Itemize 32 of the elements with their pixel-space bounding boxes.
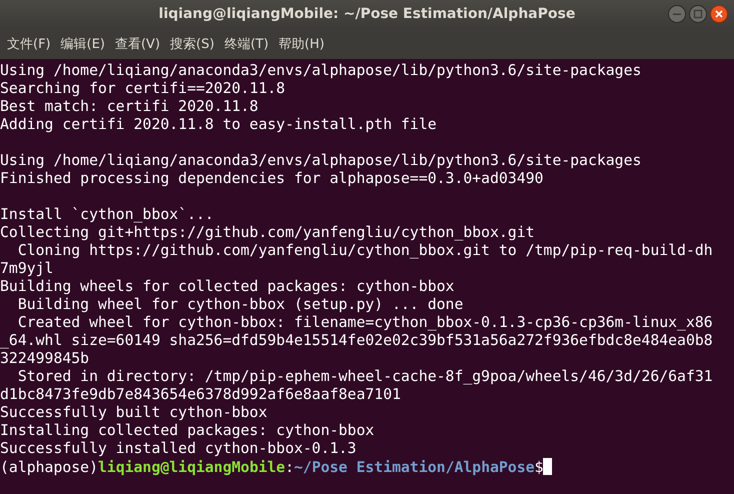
terminal-line: Created wheel for cython-bbox: filename=cython_bbox-0.1.3-cp36-cp36m-linux_x86	[16, 314, 714, 332]
prompt-env: (alphapose)	[0, 459, 98, 476]
terminal-line: Installing collected packages: cython-bbox	[0, 422, 376, 440]
terminal-line: Finished processing dependencies for alphapose==0.3.0+ad03490	[0, 170, 544, 188]
terminal-line: Successfully installed cython-bbox-0.1.3	[0, 440, 358, 458]
terminal-line: Using /home/liqiang/anaconda3/envs/alphapose/lib/python3.6/site-packages	[0, 152, 642, 170]
window-title: liqiang@liqiangMobile: ~/Pose Estimation/AlphaPose	[158, 6, 576, 22]
terminal-line: Using /home/liqiang/anaconda3/envs/alphapose/lib/python3.6/site-packages	[0, 62, 642, 80]
menu-item[interactable]: 查看(V)	[110, 34, 166, 52]
terminal-line: Stored in directory: /tmp/pip-ephem-wheel-cache-8f_g9poa/wheels/46/3d/26/6af31	[16, 368, 714, 386]
terminal-line: 7m9yjl	[0, 260, 54, 278]
menu-item[interactable]: 终端(T)	[219, 34, 274, 52]
terminal-line: Install `cython_bbox`...	[0, 206, 215, 224]
prompt-path: ~/Pose Estimation/AlphaPose	[294, 459, 535, 476]
menu-item[interactable]: 帮助(H)	[274, 34, 330, 52]
menu-item[interactable]: 搜索(S)	[165, 34, 220, 52]
terminal-line: Successfully built cython-bbox	[0, 404, 268, 422]
menu-item[interactable]: 文件(F)	[2, 34, 56, 52]
terminal-line: 322499845b	[0, 350, 90, 368]
terminal-line: Cloning https://github.com/yanfengliu/cython_bbox.git to /tmp/pip-req-build-dh	[16, 242, 714, 260]
menu-item[interactable]: 编辑(E)	[56, 34, 110, 52]
terminal-line: Collecting git+https://github.com/yanfengliu/cython_bbox.git	[0, 224, 536, 242]
terminal-line: d1bc8473fe9db7e843654e6378d992af6e8aaf8ea7101	[0, 386, 402, 404]
prompt-symbol: $	[534, 459, 544, 476]
prompt-separator: :	[285, 459, 294, 476]
terminal-line: Searching for certifi==2020.11.8	[0, 80, 286, 98]
terminal-line: Adding certifi 2020.11.8 to easy-install.pth file	[0, 116, 438, 134]
terminal-line: _64.whl size=60149 sha256=dfd59b4e15514fe02e02c39bf531a56a272f936efbdc8e484ea0b8	[0, 332, 714, 350]
terminal-line: Best match: certifi 2020.11.8	[0, 98, 260, 116]
terminal-line: Building wheels for collected packages: cython-bbox	[0, 278, 456, 296]
prompt-user: liqiang@liqiangMobile	[98, 459, 286, 476]
terminal-line: Building wheel for cython-bbox (setup.py) ... done	[16, 296, 464, 314]
